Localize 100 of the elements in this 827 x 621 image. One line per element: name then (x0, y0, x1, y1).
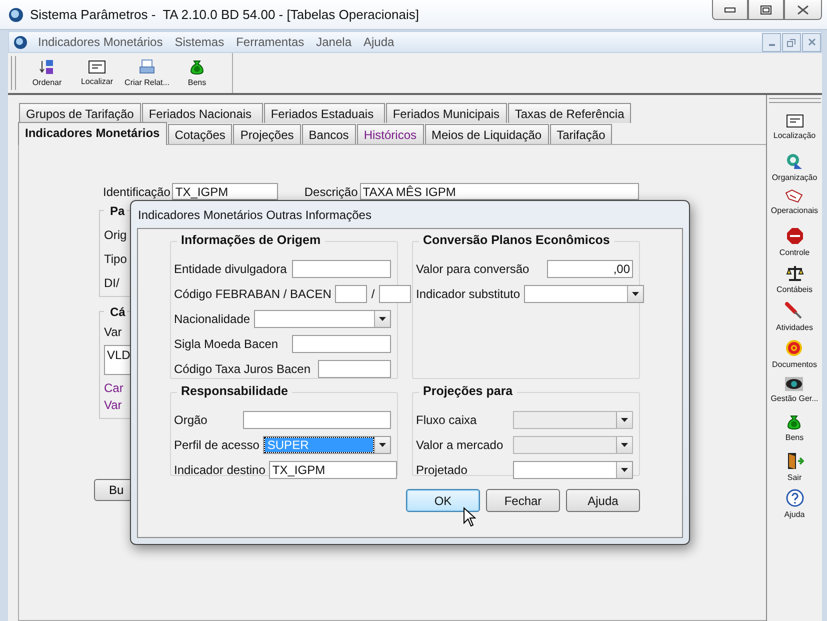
dropdown[interactable] (513, 461, 633, 479)
sidebar-button[interactable]: Contábeis (776, 264, 813, 302)
field-label: Descrição (304, 184, 358, 198)
menu-item[interactable]: Ferramentas (230, 35, 310, 49)
field-label: Sigla Moeda Bacen (174, 337, 278, 351)
sidebar-button[interactable]: Atividades (776, 302, 813, 339)
input-field[interactable]: TX_IGPM (269, 461, 398, 479)
scale-icon (786, 264, 804, 282)
tab[interactable]: Tarifação (550, 124, 612, 144)
separator-text: / (371, 287, 375, 301)
tab[interactable]: Cotações (168, 124, 232, 144)
field-label: Indicador destino (174, 463, 266, 477)
eye-icon (785, 376, 804, 390)
group-title: Pa (104, 204, 127, 218)
field-label: Orig (104, 228, 127, 242)
menu-item[interactable]: Ajuda (358, 35, 400, 49)
input-field[interactable] (335, 285, 368, 303)
sidebar-button[interactable]: Sair (786, 452, 804, 489)
sidebar-button[interactable]: Organização (772, 152, 818, 189)
window-title: Sistema Parâmetros - TA 2.10.0 BD 54.00 - [Tabelas Operacionais] (30, 7, 419, 22)
group-title: Cá (104, 305, 128, 319)
stop-sign-icon (786, 226, 804, 244)
target-icon (785, 339, 804, 357)
sidebar-button[interactable]: Operacionais (770, 189, 818, 226)
tab[interactable]: Feriados Nacionais (142, 103, 263, 123)
link[interactable]: Var (104, 398, 122, 412)
screwdriver-icon (785, 302, 804, 320)
document-icon (786, 114, 804, 128)
field-label: Orgão (174, 413, 208, 427)
sidebar-button[interactable]: Gestão Ger... (770, 376, 818, 414)
close-button[interactable] (802, 32, 821, 52)
toolbar-button[interactable]: Ordenar (22, 53, 72, 93)
minimize-button[interactable] (712, 0, 748, 20)
app-icon (8, 6, 24, 22)
cursor-icon (463, 507, 476, 527)
dropdown-arrow-icon (621, 418, 628, 422)
document-icon (88, 60, 106, 74)
field-label: Valor para conversão (416, 262, 530, 276)
sidebar-button[interactable]: Localização (773, 114, 816, 152)
close-button[interactable] (784, 0, 822, 20)
input-field[interactable]: ,00 (547, 260, 633, 278)
field-label: Tipo (104, 252, 127, 266)
input-field[interactable]: TAXA MÊS IGPM (360, 183, 639, 200)
maximize-icon (760, 4, 772, 14)
menu-item[interactable]: Janela (310, 35, 358, 49)
dialog-button[interactable]: Fechar (486, 489, 560, 512)
tab[interactable]: Projeções (233, 124, 301, 144)
dropdown-arrow-icon (379, 317, 386, 321)
minimize-icon (724, 6, 736, 12)
link[interactable]: Car (104, 381, 124, 395)
sort-icon (39, 59, 55, 75)
printer-icon (139, 59, 155, 75)
tab[interactable]: Taxas de Referência (508, 103, 632, 123)
group-title: Conversão Planos Econômicos (419, 233, 614, 247)
tab[interactable]: Bancos (302, 124, 356, 144)
input-field[interactable] (292, 260, 391, 278)
field-label: DI/ (104, 276, 120, 290)
group-title: Informações de Origem (177, 233, 325, 247)
toolbar-button[interactable]: Criar Relat... (122, 53, 172, 93)
field-label: Código FEBRABAN / BACEN (174, 287, 332, 301)
dropdown-arrow-icon (379, 443, 386, 447)
dropdown[interactable] (254, 310, 392, 328)
tab[interactable]: Meios de Liquidação (424, 124, 549, 144)
dropdown-arrow-icon (621, 468, 628, 472)
menu-item[interactable]: Sistemas (168, 35, 230, 49)
dialog-title: Indicadores Monetários Outras Informações (137, 207, 372, 224)
sidebar-button[interactable]: Bens (785, 414, 804, 452)
door-icon (786, 452, 804, 470)
group-title: Projeções para (419, 384, 517, 398)
dropdown-arrow-icon (621, 443, 628, 447)
tab[interactable]: Indicadores Monetários (18, 122, 167, 145)
input-field[interactable] (243, 411, 391, 429)
tab[interactable]: Feriados Estaduais (264, 103, 385, 123)
field-label: Identificação (103, 184, 170, 198)
sidebar-button[interactable]: Ajuda (784, 489, 805, 526)
tab[interactable]: Históricos (356, 124, 424, 144)
field-label: Nacionalidade (174, 312, 250, 326)
sidebar-button[interactable]: Documentos (772, 339, 817, 376)
field-label: Fluxo caixa (416, 413, 477, 427)
dialog-button[interactable]: Ajuda (566, 489, 640, 512)
maximize-button[interactable] (748, 0, 784, 20)
field-label: Projetado (416, 463, 468, 477)
toolbar-button[interactable]: Bens (172, 53, 222, 93)
input-field[interactable] (318, 360, 391, 378)
money-bag-icon (786, 414, 802, 430)
input-field[interactable] (378, 285, 411, 303)
input-field[interactable]: TX_IGPM (172, 183, 278, 200)
dialog-button[interactable]: OK (406, 489, 480, 512)
field-label: Valor a mercado (416, 438, 504, 452)
menu-item[interactable]: Indicadores Monetários (32, 35, 169, 49)
tab[interactable]: Grupos de Tarifação (19, 103, 141, 123)
tab[interactable]: Feriados Municipais (386, 103, 507, 123)
field-label: Var (104, 325, 122, 339)
toolbar-button[interactable]: Localizar (72, 53, 122, 93)
sidebar-button[interactable]: Controle (779, 226, 810, 264)
input-field[interactable] (292, 335, 391, 353)
field-label: Entidade divulgadora (174, 262, 287, 276)
restore-button[interactable] (782, 32, 801, 52)
help-icon (786, 489, 804, 507)
dropdown[interactable] (524, 285, 644, 303)
